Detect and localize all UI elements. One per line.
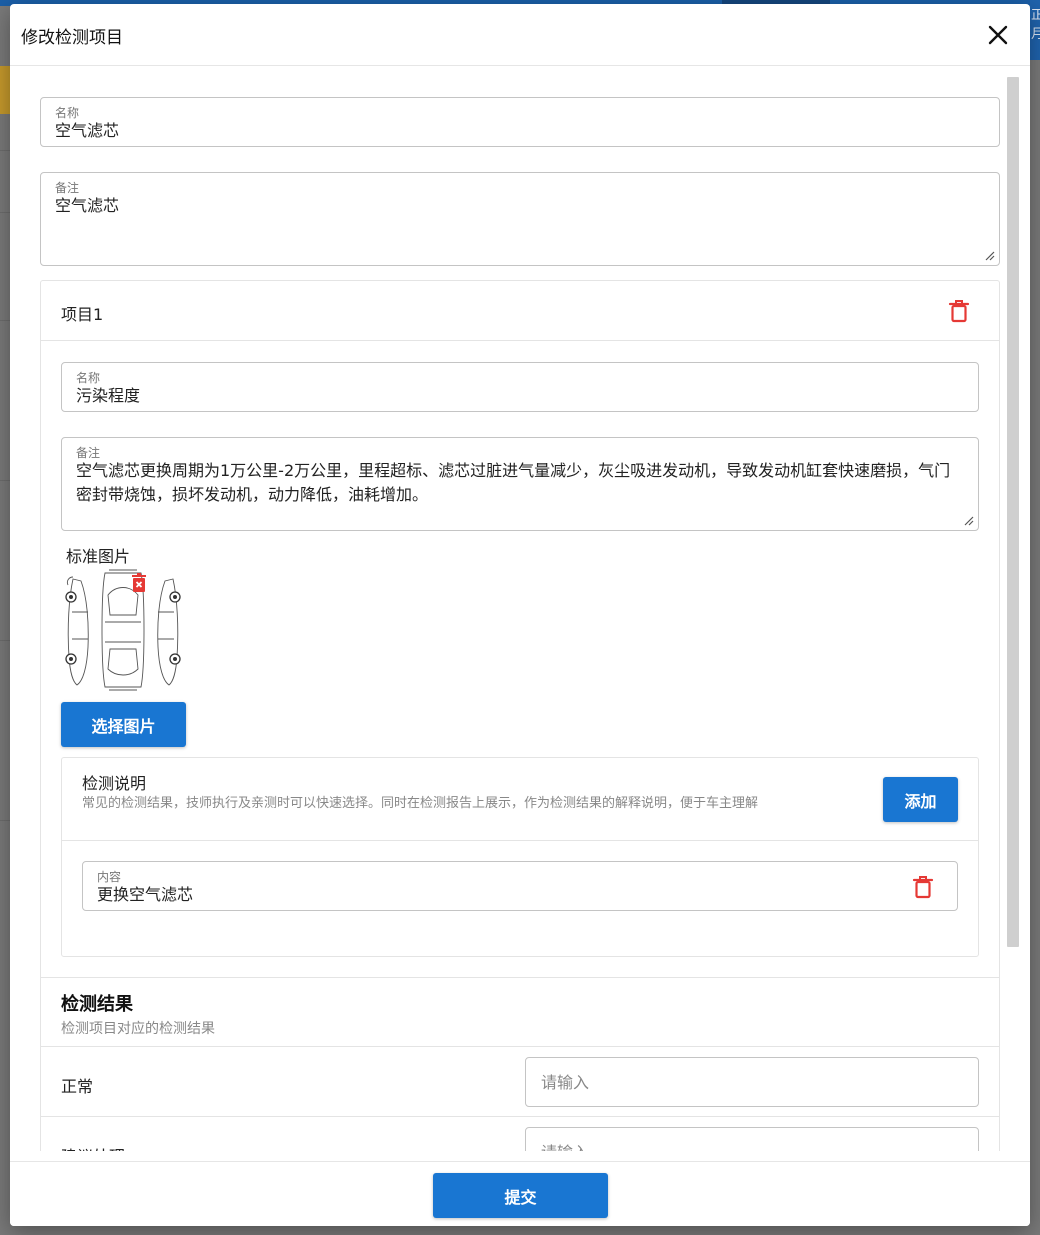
item-title: 项目1 [61,305,104,324]
name-field-value: 空气滤芯 [55,121,120,140]
background-divider [0,320,10,321]
remark-textarea-value: 空气滤芯 [55,196,120,215]
description-content-value: 更换空气滤芯 [97,885,194,904]
result-row-suggest: 建议处理 [41,1116,999,1151]
remark-textarea[interactable]: 备注 空气滤芯 [40,172,1000,266]
car-diagram-image [65,569,181,691]
resize-handle-icon[interactable] [964,516,974,526]
inspection-item-panel: 项目1 名称 污染程度 备注 空气滤芯更换周期为1万公里-2万公里，里程超标、滤… [40,280,1000,1151]
item-name-field[interactable]: 名称 污染程度 [61,362,979,412]
resize-handle-icon[interactable] [985,251,995,261]
description-content-field[interactable]: 内容 更换空气滤芯 [82,861,958,911]
scrollbar[interactable] [1007,77,1019,947]
close-icon [988,25,1008,45]
detection-description-title: 检测说明 [82,774,147,793]
trash-icon [912,876,934,899]
standard-image-title: 标准图片 [66,547,131,566]
result-row-label: 建议处理 [61,1143,125,1151]
trash-icon [948,300,970,323]
result-suggest-input[interactable] [525,1127,979,1151]
delete-item-button[interactable] [948,299,970,323]
result-row-normal: 正常 [41,1046,999,1116]
dialog-title: 修改检测项目 [21,28,123,48]
detection-results-section: 检测结果 检测项目对应的检测结果 正常 建议处理 [41,977,999,1151]
select-image-button[interactable]: 选择图片 [61,702,186,747]
background-edge-text: 正月 [1031,8,1040,42]
item-remark-textarea[interactable]: 备注 空气滤芯更换周期为1万公里-2万公里，里程超标、滤芯过脏进气量减少，灰尘吸… [61,437,979,531]
background-left-badge [0,66,10,114]
delete-description-button[interactable] [912,875,934,899]
add-description-button[interactable]: 添加 [883,777,958,822]
item-panel-header: 项目1 [41,281,999,341]
background-edge: 正月 [1030,0,1040,60]
detection-description-header: 检测说明 常见的检测结果，技师执行及亲测时可以快速选择。同时在检测报告上展示，作… [62,758,978,841]
delete-image-button[interactable] [131,573,147,593]
result-row-label: 正常 [61,1077,94,1096]
background-divider [0,640,10,641]
item-name-value: 污染程度 [76,386,141,405]
dialog-footer: 提交 [10,1161,1030,1226]
trash-x-icon [132,573,146,592]
dialog-body: 名称 空气滤芯 备注 空气滤芯 项目1 名称 污染程度 备注 空气滤芯更换周期为… [10,67,1030,1151]
result-normal-input[interactable] [525,1057,979,1107]
close-button[interactable] [984,21,1012,49]
detection-description-box: 检测说明 常见的检测结果，技师执行及亲测时可以快速选择。同时在检测报告上展示，作… [61,757,979,957]
edit-inspection-item-dialog: 修改检测项目 名称 空气滤芯 备注 空气滤芯 项目1 名称 污染程度 备注 空气… [10,4,1030,1226]
background-divider [0,820,10,821]
submit-button[interactable]: 提交 [433,1173,608,1218]
background-divider [0,150,10,151]
background-divider [0,480,10,481]
background-divider [0,212,10,213]
item-remark-value: 空气滤芯更换周期为1万公里-2万公里，里程超标、滤芯过脏进气量减少，灰尘吸进发动… [76,461,951,504]
detection-results-title: 检测结果 [61,994,133,1015]
detection-results-subtitle: 检测项目对应的检测结果 [61,1021,215,1037]
dialog-header: 修改检测项目 [10,4,1030,66]
name-field[interactable]: 名称 空气滤芯 [40,97,1000,147]
detection-description-subtitle: 常见的检测结果，技师执行及亲测时可以快速选择。同时在检测报告上展示，作为检测结果… [82,796,759,811]
car-diagram-thumbnail[interactable] [61,567,186,692]
